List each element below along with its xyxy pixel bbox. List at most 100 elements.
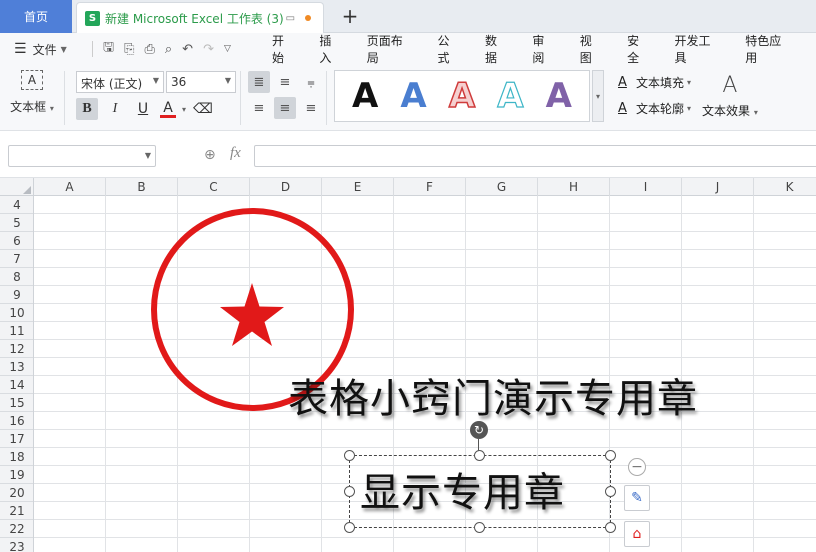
column-header[interactable]: E: [322, 178, 394, 196]
wordart-gallery: A A A A A: [334, 70, 590, 122]
customize-toolbar-icon[interactable]: ▽: [224, 44, 231, 54]
resize-handle-top-right[interactable]: [605, 450, 616, 461]
wordart-style-purple[interactable]: A: [546, 79, 572, 113]
redo-icon[interactable]: ↷: [203, 42, 214, 57]
shape-fill-bucket-icon[interactable]: ⌂: [624, 521, 650, 547]
font-size-select[interactable]: 36 ▼: [166, 71, 236, 93]
italic-button[interactable]: I: [104, 98, 126, 120]
align-bottom-button[interactable]: ⩦: [300, 71, 322, 93]
row-header[interactable]: 12: [0, 340, 33, 358]
column-header[interactable]: C: [178, 178, 250, 196]
row-header[interactable]: 20: [0, 484, 33, 502]
row-header[interactable]: 9: [0, 286, 33, 304]
collapse-minus-button[interactable]: −: [628, 458, 646, 476]
column-header[interactable]: I: [610, 178, 682, 196]
formula-input[interactable]: [254, 145, 816, 167]
underline-button[interactable]: U: [132, 98, 154, 120]
column-header[interactable]: F: [394, 178, 466, 196]
resize-handle-bottom[interactable]: [474, 522, 485, 533]
column-header[interactable]: A: [34, 178, 106, 196]
resize-handle-left[interactable]: [344, 486, 355, 497]
menu-tab-6[interactable]: 视图: [580, 32, 603, 66]
align-center-button[interactable]: ≡: [274, 97, 296, 119]
resize-handle-right[interactable]: [605, 486, 616, 497]
resize-handle-top[interactable]: [474, 450, 485, 461]
chevron-down-icon: ▾: [687, 77, 692, 87]
row-header[interactable]: 10: [0, 304, 33, 322]
menu-tab-8[interactable]: 开发工具: [675, 32, 722, 66]
row-header[interactable]: 11: [0, 322, 33, 340]
file-menu-button[interactable]: ☰ 文件 ▼: [0, 41, 86, 58]
column-header[interactable]: G: [466, 178, 538, 196]
row-header[interactable]: 16: [0, 412, 33, 430]
undo-icon[interactable]: ↶: [182, 42, 193, 57]
text-outline-button[interactable]: A 文本轮廓 ▾: [618, 99, 691, 117]
align-left-button[interactable]: ≡: [248, 97, 270, 119]
shape-style-brush-icon[interactable]: ✎: [624, 485, 650, 511]
select-all-corner[interactable]: [0, 178, 34, 196]
row-header[interactable]: 21: [0, 502, 33, 520]
menu-tab-2[interactable]: 页面布局: [367, 32, 414, 66]
chevron-down-icon: ▼: [224, 76, 231, 85]
menu-tab-4[interactable]: 数据: [485, 32, 508, 66]
tab-document[interactable]: S 新建 Microsoft Excel 工作表 (3) ▭: [76, 2, 324, 33]
menu-tab-0[interactable]: 开始: [272, 32, 295, 66]
tab-home[interactable]: 首页: [0, 0, 72, 33]
menu-tab-5[interactable]: 审阅: [532, 32, 555, 66]
row-header[interactable]: 19: [0, 466, 33, 484]
align-right-button[interactable]: ≡: [300, 97, 322, 119]
row-header[interactable]: 17: [0, 430, 33, 448]
align-top-button[interactable]: ≣: [248, 71, 270, 93]
wordart-title-text[interactable]: 表格小窍门演示专用章: [288, 366, 698, 424]
resize-handle-bottom-left[interactable]: [344, 522, 355, 533]
insert-function-button[interactable]: fx: [230, 145, 241, 162]
font-family-select[interactable]: 宋体 (正文) ▼: [76, 71, 164, 93]
name-box[interactable]: ▼: [8, 145, 156, 167]
row-header[interactable]: 4: [0, 196, 33, 214]
menu-tab-3[interactable]: 公式: [438, 32, 461, 66]
column-header[interactable]: D: [250, 178, 322, 196]
selected-textbox-text[interactable]: 显示专用章: [360, 460, 565, 518]
bold-button[interactable]: B: [76, 98, 98, 120]
column-header[interactable]: B: [106, 178, 178, 196]
resize-handle-bottom-right[interactable]: [605, 522, 616, 533]
textbox-button[interactable]: A 文本框 ▾: [10, 70, 54, 115]
row-header[interactable]: 6: [0, 232, 33, 250]
menu-tab-1[interactable]: 插入: [319, 32, 342, 66]
column-header[interactable]: J: [682, 178, 754, 196]
print-icon[interactable]: ⎙: [144, 42, 154, 57]
chevron-down-icon[interactable]: ▾: [182, 105, 186, 114]
column-header[interactable]: K: [754, 178, 816, 196]
zoom-icon[interactable]: ⊕: [204, 147, 216, 163]
row-header[interactable]: 15: [0, 394, 33, 412]
text-effect-button[interactable]: A 文本效果 ▾: [702, 73, 758, 119]
print-preview-icon[interactable]: ⌕: [165, 42, 172, 57]
row-header[interactable]: 7: [0, 250, 33, 268]
font-color-button[interactable]: A: [160, 100, 176, 118]
row-header[interactable]: 5: [0, 214, 33, 232]
row-header[interactable]: 23: [0, 538, 33, 552]
row-header[interactable]: 22: [0, 520, 33, 538]
row-header[interactable]: 18: [0, 448, 33, 466]
align-middle-button[interactable]: ≡: [274, 71, 296, 93]
wordart-style-red-outline[interactable]: A: [448, 78, 476, 114]
menu-tab-9[interactable]: 特色应用: [745, 32, 792, 66]
wordart-gallery-scroll[interactable]: ▾: [592, 70, 604, 122]
new-tab-button[interactable]: +: [338, 4, 362, 28]
wordart-style-black[interactable]: A: [352, 79, 378, 113]
row-header[interactable]: 14: [0, 376, 33, 394]
star-shape[interactable]: [220, 283, 284, 349]
wordart-style-blue[interactable]: A: [400, 79, 426, 113]
resize-handle-top-left[interactable]: [344, 450, 355, 461]
export-icon[interactable]: ⎘: [124, 42, 134, 57]
rotate-handle-icon[interactable]: ↻: [470, 421, 488, 439]
wordart-style-teal-outline[interactable]: A: [497, 78, 525, 113]
save-icon[interactable]: 🖫: [103, 38, 114, 60]
eraser-icon[interactable]: ⌫: [192, 98, 214, 120]
column-header[interactable]: H: [538, 178, 610, 196]
row-header[interactable]: 13: [0, 358, 33, 376]
row-header[interactable]: 8: [0, 268, 33, 286]
menu-tab-7[interactable]: 安全: [627, 32, 650, 66]
divider: [92, 41, 93, 57]
text-fill-button[interactable]: A 文本填充 ▾: [618, 73, 691, 91]
